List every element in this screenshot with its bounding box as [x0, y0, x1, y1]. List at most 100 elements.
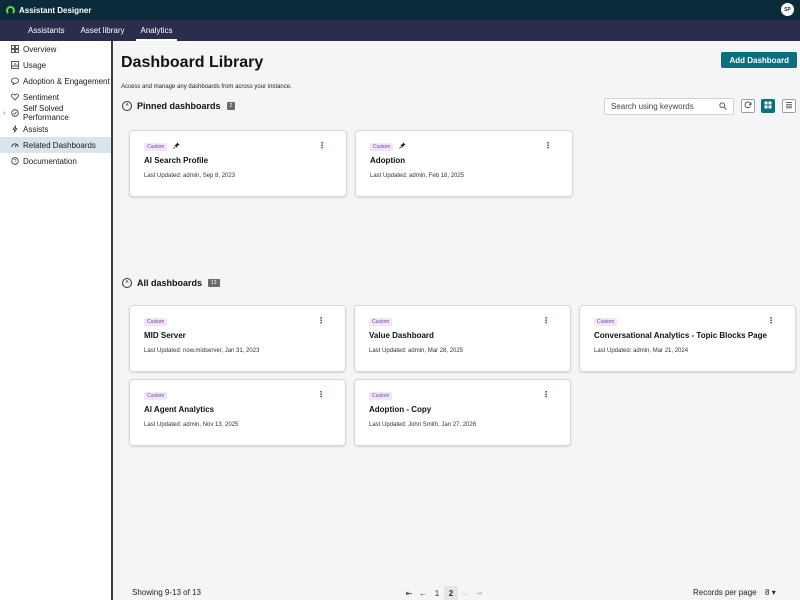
sidebar-item-assists[interactable]: Assists — [0, 121, 111, 137]
custom-badge: Custom — [144, 318, 168, 326]
first-page-icon[interactable]: ⇤ — [402, 586, 416, 600]
page-button-current[interactable]: 2 — [444, 586, 458, 600]
svg-text:?: ? — [14, 159, 17, 165]
next-page-icon[interactable]: → — [458, 586, 472, 600]
more-options-icon[interactable]: ⋮ — [317, 391, 325, 399]
records-per-page-label: Records per page — [693, 588, 757, 597]
search-input[interactable]: Search using keywords — [604, 98, 734, 115]
page-button[interactable]: 1 — [430, 586, 444, 600]
heart-icon — [11, 93, 19, 101]
dashboard-card[interactable]: Custom ⋮ Adoption Last Updated: admin, F… — [355, 130, 573, 197]
collapse-pinned-icon[interactable]: ˄ — [122, 101, 132, 111]
sidebar-item-usage[interactable]: Usage — [0, 57, 111, 73]
card-last-updated: Last Updated: admin, Feb 18, 2025 — [370, 173, 465, 179]
dashboard-card[interactable]: Custom ⋮ Value Dashboard Last Updated: a… — [354, 305, 571, 372]
card-title: Adoption - Copy — [369, 405, 432, 414]
chat-icon — [11, 77, 19, 85]
sidebar-item-self-solved-performance[interactable]: › Self Solved Performance — [0, 104, 111, 122]
sidebar-item-label: Related Dashboards — [23, 140, 96, 150]
custom-badge: Custom — [369, 318, 393, 326]
bolt-icon — [11, 125, 19, 133]
more-options-icon[interactable]: ⋮ — [317, 317, 325, 325]
tab-assistants[interactable]: Assistants — [20, 20, 72, 41]
sidebar-item-related-dashboards[interactable]: Related Dashboards — [0, 137, 111, 153]
refresh-icon — [744, 101, 752, 111]
sidebar-item-documentation[interactable]: ? Documentation — [0, 153, 111, 169]
sidebar-item-adoption-engagement[interactable]: Adoption & Engagement — [0, 73, 111, 89]
search-icon — [719, 102, 727, 112]
dashboard-icon — [11, 141, 19, 149]
dashboard-card[interactable]: Custom ⋮ MID Server Last Updated: now.mi… — [129, 305, 346, 372]
tab-analytics[interactable]: Analytics — [132, 20, 180, 41]
app-title: Assistant Designer — [19, 5, 92, 15]
target-icon — [11, 109, 19, 117]
sidebar-item-overview[interactable]: Overview — [0, 41, 111, 57]
prev-page-icon[interactable]: ← — [416, 586, 430, 600]
grid-view-icon — [764, 101, 772, 111]
collapse-all-icon[interactable]: ˄ — [122, 278, 132, 288]
more-options-icon[interactable]: ⋮ — [318, 142, 326, 150]
pinned-section-header: ˄ Pinned dashboards 2 — [122, 101, 236, 111]
tab-asset-library[interactable]: Asset library — [72, 20, 132, 41]
grid-view-button[interactable] — [761, 99, 775, 113]
all-section-header: ˄ All dashboards 13 — [122, 278, 220, 288]
dashboard-card[interactable]: Custom ⋮ Conversational Analytics - Topi… — [579, 305, 796, 372]
add-dashboard-button[interactable]: Add Dashboard — [721, 52, 797, 68]
page-subtitle: Access and manage any dashboards from ac… — [121, 84, 292, 90]
more-options-icon[interactable]: ⋮ — [544, 142, 552, 150]
page-title: Dashboard Library — [121, 54, 264, 71]
sidebar-item-label: Sentiment — [23, 92, 60, 102]
list-view-icon — [785, 101, 793, 111]
dashboard-card[interactable]: Custom ⋮ AI Agent Analytics Last Updated… — [129, 379, 346, 446]
card-title: MID Server — [144, 331, 186, 340]
all-heading: All dashboards — [137, 278, 203, 288]
caret-down-icon: ▾ — [771, 588, 776, 597]
sidebar-item-sentiment[interactable]: Sentiment — [0, 89, 111, 105]
sidebar-item-label: Overview — [23, 44, 57, 54]
sidebar-item-label: Usage — [23, 60, 47, 70]
chart-icon — [11, 61, 19, 69]
pin-icon[interactable] — [173, 142, 180, 151]
card-title: Adoption — [370, 156, 406, 165]
more-options-icon[interactable]: ⋮ — [542, 317, 550, 325]
tab-bar: Assistants Asset library Analytics — [0, 20, 800, 41]
dashboard-card[interactable]: Custom ⋮ Adoption - Copy Last Updated: J… — [354, 379, 571, 446]
main-content: Dashboard Library Add Dashboard Access a… — [115, 41, 800, 600]
refresh-button[interactable] — [741, 99, 755, 113]
card-title: Value Dashboard — [369, 331, 434, 340]
card-last-updated: Last Updated: admin, Mar 28, 2025 — [369, 348, 464, 354]
logo-icon — [6, 5, 15, 15]
card-title: Conversational Analytics - Topic Blocks … — [594, 331, 767, 340]
showing-range: Showing 9-13 of 13 — [132, 588, 201, 597]
search-placeholder: Search using keywords — [611, 102, 694, 111]
sidebar: Overview Usage Adoption & Engagement Sen… — [0, 41, 113, 600]
help-icon: ? — [11, 157, 19, 165]
chevron-right-icon[interactable]: › — [3, 110, 5, 117]
last-page-icon[interactable]: ⇥ — [472, 586, 486, 600]
card-last-updated: Last Updated: now.midserver, Jan 31, 202… — [144, 348, 260, 354]
pin-icon[interactable] — [399, 142, 406, 151]
more-options-icon[interactable]: ⋮ — [767, 317, 775, 325]
sidebar-item-label: Documentation — [23, 156, 77, 166]
card-title: AI Agent Analytics — [144, 405, 215, 414]
custom-badge: Custom — [370, 143, 394, 151]
sidebar-item-label: Self Solved Performance — [23, 104, 69, 122]
top-bar: Assistant Designer SP — [0, 0, 800, 20]
more-options-icon[interactable]: ⋮ — [542, 391, 550, 399]
card-last-updated: Last Updated: admin, Nov 13, 2025 — [144, 422, 239, 428]
card-last-updated: Last Updated: John Smith, Jan 27, 2026 — [369, 422, 477, 428]
records-per-page-value: 8 — [765, 588, 770, 597]
pagination: ⇤ ← 1 2 → ⇥ — [402, 586, 486, 600]
pagination-footer: Showing 9-13 of 13 ⇤ ← 1 2 → ⇥ Records p… — [115, 586, 800, 600]
custom-badge: Custom — [369, 392, 393, 400]
dashboard-card[interactable]: Custom ⋮ AI Search Profile Last Updated:… — [129, 130, 347, 197]
custom-badge: Custom — [144, 392, 168, 400]
card-title: AI Search Profile — [144, 156, 209, 165]
records-per-page-select[interactable]: 8 ▾ — [765, 588, 776, 597]
list-view-button[interactable] — [782, 99, 796, 113]
card-last-updated: Last Updated: admin, Mar 21, 2024 — [594, 348, 689, 354]
all-count-badge: 13 — [208, 279, 220, 287]
avatar[interactable]: SP — [781, 3, 794, 16]
pinned-heading: Pinned dashboards — [137, 101, 221, 111]
custom-badge: Custom — [144, 143, 168, 151]
